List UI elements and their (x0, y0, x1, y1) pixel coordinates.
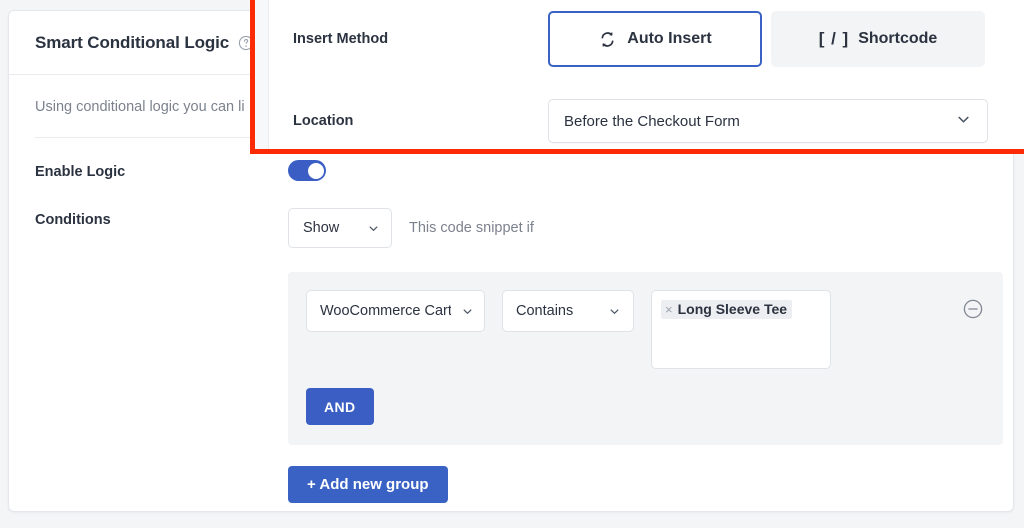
tag-label: Long Sleeve Tee (677, 301, 788, 317)
chevron-down-icon (608, 305, 621, 318)
condition-subject-value: WooCommerce Cart (320, 303, 451, 319)
auto-insert-label: Auto Insert (627, 30, 712, 47)
conditions-show-select[interactable]: Show (288, 208, 392, 248)
location-value: Before the Checkout Form (564, 112, 740, 130)
condition-row: WooCommerce Cart Contains × Long Sleeve … (306, 290, 985, 369)
conditions-field: Show This code snippet if WooCommerce Ca… (288, 208, 1003, 503)
page-title: Smart Conditional Logic (35, 32, 230, 52)
sync-refresh-icon (598, 30, 617, 49)
overlay-content: Insert Method Auto Insert [ / ] Shortcod… (255, 0, 1024, 149)
auto-insert-button[interactable]: Auto Insert (548, 11, 762, 67)
conditions-hint-text: This code snippet if (409, 220, 534, 236)
location-field: Before the Checkout Form (548, 99, 989, 143)
location-select[interactable]: Before the Checkout Form (548, 99, 988, 143)
condition-operator-select[interactable]: Contains (502, 290, 634, 332)
chevron-down-icon (367, 222, 380, 235)
condition-group: WooCommerce Cart Contains × Long Sleeve … (288, 272, 1003, 445)
and-button[interactable]: AND (306, 388, 374, 425)
location-row: Location Before the Checkout Form (293, 90, 989, 149)
insert-method-row: Insert Method Auto Insert [ / ] Shortcod… (293, 8, 989, 70)
tag-chip: × Long Sleeve Tee (661, 300, 793, 319)
form-body: Enable Logic Conditions Show This code s… (9, 138, 1013, 503)
conditions-show-value: Show (303, 220, 340, 236)
overlay-left-gutter (255, 0, 269, 149)
enable-logic-field (288, 160, 987, 186)
toggle-knob (307, 162, 324, 179)
conditions-header: Show This code snippet if (288, 208, 1003, 248)
chevron-down-icon (461, 305, 474, 318)
insert-method-label: Insert Method (293, 31, 389, 47)
shortcode-brackets-icon: [ / ] (818, 29, 850, 48)
condition-operator-value: Contains (516, 303, 574, 319)
remove-tag-icon[interactable]: × (665, 303, 673, 316)
conditions-label: Conditions (35, 212, 111, 228)
conditions-row: Conditions Show This code snippet if Woo… (35, 186, 1003, 503)
enable-logic-toggle[interactable] (288, 160, 326, 181)
location-label: Location (293, 113, 354, 129)
enable-logic-label: Enable Logic (35, 164, 126, 180)
condition-value-tag-input[interactable]: × Long Sleeve Tee (651, 290, 831, 369)
shortcode-button[interactable]: [ / ] Shortcode (771, 11, 985, 67)
minus-circle-icon[interactable] (962, 298, 984, 320)
add-new-group-button[interactable]: + Add new group (288, 466, 448, 503)
condition-subject-select[interactable]: WooCommerce Cart (306, 290, 485, 332)
insert-method-field: Auto Insert [ / ] Shortcode (548, 11, 989, 67)
shortcode-label: Shortcode (858, 30, 938, 47)
highlighted-settings-overlay: Insert Method Auto Insert [ / ] Shortcod… (250, 0, 1024, 154)
chevron-down-icon (955, 111, 972, 132)
